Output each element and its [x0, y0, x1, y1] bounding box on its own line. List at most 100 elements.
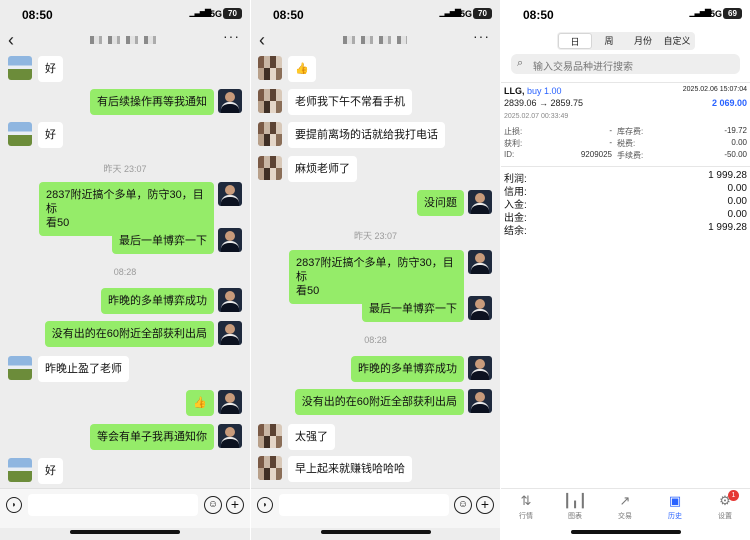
timestamp: 昨天 23:07 — [103, 164, 147, 174]
avatar[interactable] — [468, 250, 492, 274]
voice-icon[interactable]: ◗ — [6, 497, 22, 513]
tab-label: 交易 — [618, 513, 632, 520]
avatar[interactable] — [218, 89, 242, 113]
status-time: 08:50 — [273, 8, 304, 22]
back-icon[interactable]: ‹ — [259, 30, 265, 51]
avatar[interactable] — [468, 296, 492, 320]
settings-icon: ⚙ — [719, 493, 731, 508]
avatar[interactable] — [218, 424, 242, 448]
message-bubble[interactable]: 老师我下午不常看手机 — [288, 89, 412, 115]
bottom-tab-bar: ⇅ 行情 ┃╻┃ 图表 ↗ 交易 ▣ 历史 ⚙ 设置 1 — [501, 488, 750, 528]
more-icon[interactable]: ··· — [223, 28, 240, 44]
avatar[interactable] — [218, 182, 242, 206]
symbol-search[interactable]: ⌕ 输入交易品种进行搜索 — [511, 54, 740, 74]
fee-label: 手续费: — [617, 151, 644, 160]
more-icon[interactable]: ··· — [473, 28, 490, 44]
avatar[interactable] — [258, 122, 282, 146]
period-selector: 日 周 月份 自定义 — [557, 32, 695, 50]
voice-icon[interactable]: ◗ — [257, 497, 273, 513]
summary-balance: 结余: 1 999.28 — [504, 222, 747, 237]
trade-side: buy 1.00 — [527, 86, 562, 96]
summary-profit: 利润: 1 999.28 — [504, 170, 747, 185]
message-bubble[interactable]: 好 — [38, 458, 63, 484]
swap-field: 库存费: -19.72 — [617, 126, 747, 137]
summary-value: 1 999.28 — [708, 170, 747, 181]
account-summary: 利润: 1 999.28 信用: 0.00 入金: 0.00 出金: 0.00 … — [501, 166, 750, 237]
id-label: ID: — [504, 150, 515, 159]
chart-icon: ┃╻┃ — [563, 493, 587, 508]
avatar[interactable] — [258, 56, 282, 80]
emoji-icon[interactable]: ☺ — [454, 496, 472, 514]
back-icon[interactable]: ‹ — [8, 30, 14, 51]
avatar[interactable] — [468, 389, 492, 413]
message-bubble[interactable]: 昨晚的多单博弈成功 — [101, 288, 214, 314]
trade-history-screen: 08:50 ▁▃▅▇ 5G 69 日 周 月份 自定义 ⌕ 输入交易品种进行搜索… — [501, 0, 750, 540]
contact-name-redacted — [90, 36, 160, 44]
trade-symbol: LLG, — [504, 86, 525, 96]
plus-icon[interactable]: + — [476, 496, 494, 514]
status-time: 08:50 — [22, 8, 53, 22]
tab-label: 设置 — [718, 513, 732, 520]
tab-week[interactable]: 周 — [592, 33, 626, 49]
avatar[interactable] — [258, 456, 282, 480]
avatar[interactable] — [468, 190, 492, 214]
chat-screen-2: 08:50 ▁▃▅▇ 5G 70 ‹ ··· 👍 老师我下午不常看手机 要提前离… — [251, 0, 500, 540]
message-bubble[interactable]: 早上起来就赚钱哈哈哈 — [288, 456, 412, 482]
message-bubble[interactable]: 没有出的在60附近全部获利出局 — [294, 389, 464, 415]
status-bar: 08:50 ▁▃▅▇ 5G 69 — [501, 0, 750, 28]
message-input[interactable] — [279, 494, 449, 516]
message-bubble[interactable]: 👍 — [186, 390, 214, 416]
message-bubble[interactable]: 最后一单博弈一下 — [112, 228, 214, 254]
message-bubble[interactable]: 等会有单子我再通知你 — [90, 424, 214, 450]
history-icon: ▣ — [668, 493, 682, 508]
message-bubble[interactable]: 没有出的在60附近全部获利出局 — [44, 321, 214, 347]
tab-trade[interactable]: ↗ 交易 — [605, 493, 645, 521]
avatar[interactable] — [8, 56, 32, 80]
tab-settings[interactable]: ⚙ 设置 1 — [705, 490, 745, 521]
timestamp: 昨天 23:07 — [353, 231, 398, 241]
message-bubble[interactable]: 太强了 — [288, 424, 335, 450]
emoji-icon[interactable]: ☺ — [204, 496, 222, 514]
message-input[interactable] — [28, 494, 198, 516]
message-bubble[interactable]: 有后续操作再等我通知 — [90, 89, 214, 115]
plus-icon[interactable]: + — [226, 496, 244, 514]
tab-chart[interactable]: ┃╻┃ 图表 — [555, 493, 595, 521]
message-bubble[interactable]: 昨晚的多单博弈成功 — [351, 356, 464, 382]
trade-prices: 2839.06 → 2859.75 — [504, 98, 584, 108]
timestamp: 08:28 — [364, 335, 387, 345]
avatar[interactable] — [218, 390, 242, 414]
avatar[interactable] — [258, 424, 282, 448]
message-bubble[interactable]: 好 — [38, 56, 63, 82]
tax-field: 税费: 0.00 — [617, 138, 747, 149]
tab-custom[interactable]: 自定义 — [660, 33, 694, 49]
trade-record[interactable]: LLG, buy 1.00 2025.02.06 15:07:04 2839.0… — [501, 82, 750, 160]
message-bubble[interactable]: 要提前离场的话就给我打电话 — [288, 122, 445, 148]
network-type: 5G — [209, 9, 222, 19]
avatar[interactable] — [218, 228, 242, 252]
avatar[interactable] — [258, 156, 282, 180]
avatar[interactable] — [218, 288, 242, 312]
battery-icon: 69 — [723, 8, 742, 19]
avatar[interactable] — [258, 89, 282, 113]
message-bubble[interactable]: 最后一单博弈一下 — [362, 296, 464, 322]
tab-quotes[interactable]: ⇅ 行情 — [506, 493, 546, 521]
tab-month[interactable]: 月份 — [626, 33, 660, 49]
message-bubble[interactable]: 没问题 — [417, 190, 464, 216]
home-indicator — [70, 530, 180, 534]
chat-header: ‹ ··· — [251, 28, 500, 54]
signal-icon: ▁▃▅▇ — [189, 8, 211, 17]
message-bubble[interactable]: 好 — [38, 122, 63, 148]
message-bubble[interactable]: 昨晚止盈了老师 — [38, 356, 129, 382]
avatar[interactable] — [218, 321, 242, 345]
avatar[interactable] — [8, 458, 32, 482]
signal-icon: ▁▃▅▇ — [439, 8, 461, 17]
order-id-field: ID: 9209025 — [504, 150, 612, 159]
message-bubble[interactable]: 👍 — [288, 56, 316, 82]
tab-history[interactable]: ▣ 历史 — [655, 493, 695, 521]
message-bubble[interactable]: 麻烦老师了 — [288, 156, 357, 182]
take-profit-field: 获利: - — [504, 138, 612, 149]
tab-day[interactable]: 日 — [558, 33, 592, 49]
avatar[interactable] — [8, 122, 32, 146]
avatar[interactable] — [468, 356, 492, 380]
avatar[interactable] — [8, 356, 32, 380]
